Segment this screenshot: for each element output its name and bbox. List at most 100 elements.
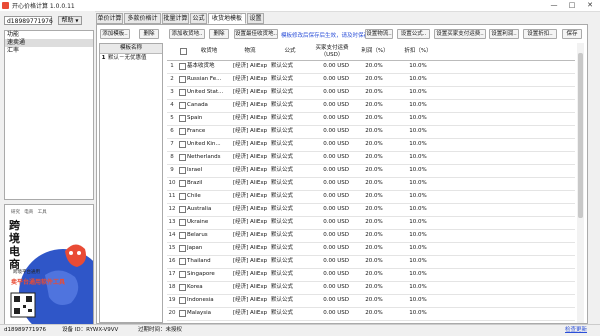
cell-logistics[interactable]: [经济] AliExpr... [233,125,267,138]
cell-formula[interactable]: 默认公式 [271,242,309,255]
cell-profit[interactable]: 20.0% [353,203,395,216]
cell-buyer-fee[interactable]: 0.00 USD [315,294,349,307]
table-row[interactable]: 14 Belarus[经济] AliExpr... 默认公式 0.00 USD 20.0… [167,229,575,243]
row-checkbox[interactable] [179,297,186,304]
col-destination[interactable]: 收货地 [187,43,231,60]
nav-item-functions[interactable]: 功能 [5,31,93,39]
cell-logistics[interactable]: [经济] AliExpr... [233,203,267,216]
table-row[interactable]: 15 Japan[经济] AliExpr... 默认公式 0.00 USD 20.0%1… [167,242,575,256]
cell-formula[interactable]: 默认公式 [271,229,309,242]
table-row[interactable]: 12 Australia[经济] AliExpr... 默认公式 0.00 USD 20… [167,203,575,217]
cell-discount[interactable]: 10.0% [397,242,439,255]
cell-destination[interactable]: United Kin... [187,138,231,151]
cell-destination[interactable]: France [187,125,231,138]
cell-buyer-fee[interactable]: 0.00 USD [315,216,349,229]
save-button[interactable]: 保存 [562,29,582,39]
set-logistics-button[interactable]: 设置物流.. [365,29,393,39]
cell-formula[interactable]: 默认公式 [271,216,309,229]
cell-logistics[interactable]: [经济] AliExpr... [233,294,267,307]
cell-formula[interactable]: 默认公式 [271,60,309,73]
row-checkbox[interactable] [179,219,186,226]
table-row[interactable]: 18 Korea[经济] AliExpr... 默认公式 0.00 USD 20.0%1… [167,281,575,295]
cell-discount[interactable]: 10.0% [397,151,439,164]
cell-formula[interactable]: 默认公式 [271,73,309,86]
scrollbar-thumb[interactable] [578,53,583,218]
cell-discount[interactable]: 10.0% [397,255,439,268]
table-row[interactable]: 13 Ukraine[经济] AliExpr... 默认公式 0.00 USD 20.0… [167,216,575,230]
cell-formula[interactable]: 默认公式 [271,99,309,112]
row-checkbox[interactable] [179,76,186,83]
add-template-button[interactable]: 添加模板.. [100,29,130,39]
cell-destination[interactable]: Brazil [187,177,231,190]
cell-destination[interactable]: Japan [187,242,231,255]
cell-formula[interactable]: 默认公式 [271,164,309,177]
check-update-link[interactable]: 检查更新 [565,325,587,335]
cell-logistics[interactable]: [经济] AliExpr... [233,281,267,294]
cell-profit[interactable]: 20.0% [353,99,395,112]
cell-profit[interactable]: 20.0% [353,164,395,177]
cell-destination[interactable]: Korea [187,281,231,294]
cell-destination[interactable]: Israel [187,164,231,177]
tab-batch[interactable]: 批量计算 [162,13,189,24]
cell-profit[interactable]: 20.0% [353,151,395,164]
row-checkbox[interactable] [179,128,186,135]
table-row[interactable]: 7 United Kin...[经济] AliExpr... 默认公式 0.00 US… [167,138,575,152]
table-row[interactable]: 10 Brazil[经济] AliExpr... 默认公式 0.00 USD 20.0%… [167,177,575,191]
table-row[interactable]: 16 Thailand[经济] AliExpr... 默认公式 0.00 USD 20.… [167,255,575,269]
cell-destination[interactable]: United Stat... [187,86,231,99]
cell-destination[interactable]: Chile [187,190,231,203]
cell-formula[interactable]: 默认公式 [271,268,309,281]
cell-profit[interactable]: 20.0% [353,229,395,242]
cell-buyer-fee[interactable]: 0.00 USD [315,112,349,125]
cell-formula[interactable]: 默认公式 [271,112,309,125]
cell-destination[interactable]: Malaysia [187,307,231,320]
cell-logistics[interactable]: [经济] AliExpr... [233,177,267,190]
cell-destination[interactable]: Australia [187,203,231,216]
delete-destination-button[interactable]: 删除 [209,29,229,39]
col-profit[interactable]: 利润（%） [355,43,395,60]
table-row[interactable]: 1 基本收货地[经济] AliExpr... 默认公式 0.00 USD 20.0%10… [167,60,575,74]
set-formula-button[interactable]: 设置公式.. [397,29,430,39]
cell-logistics[interactable]: [经济] AliExpr... [233,112,267,125]
row-checkbox[interactable] [179,271,186,278]
tab-settings[interactable]: 设置 [247,13,264,24]
cell-destination[interactable]: Russian Fe... [187,73,231,86]
cell-logistics[interactable]: [经济] AliExpr... [233,190,267,203]
cell-formula[interactable]: 默认公式 [271,255,309,268]
cell-profit[interactable]: 20.0% [353,177,395,190]
row-checkbox[interactable] [179,310,186,317]
cell-discount[interactable]: 10.0% [397,125,439,138]
cell-discount[interactable]: 10.0% [397,177,439,190]
cell-buyer-fee[interactable]: 0.00 USD [315,73,349,86]
table-row[interactable]: 11 Chile[经济] AliExpr... 默认公式 0.00 USD 20.0%1… [167,190,575,204]
cell-formula[interactable]: 默认公式 [271,177,309,190]
cell-logistics[interactable]: [经济] AliExpr... [233,255,267,268]
template-list[interactable]: 模板名称 1 默认－无优惠值 [99,43,163,323]
cell-buyer-fee[interactable]: 0.00 USD [315,203,349,216]
cell-logistics[interactable]: [经济] AliExpr... [233,307,267,320]
table-row[interactable]: 19 Indonesia[经济] AliExpr... 默认公式 0.00 USD 20… [167,294,575,308]
cell-profit[interactable]: 20.0% [353,242,395,255]
row-checkbox[interactable] [179,89,186,96]
set-buyer-fee-button[interactable]: 设置买家支付运费.. [434,29,486,39]
nav-item-exchange-rate[interactable]: 汇率 [5,47,93,55]
row-checkbox[interactable] [179,180,186,187]
set-default-destination-button[interactable]: 设置最佳收货地.. [234,29,278,39]
cell-discount[interactable]: 10.0% [397,138,439,151]
row-checkbox[interactable] [179,232,186,239]
cell-profit[interactable]: 20.0% [353,138,395,151]
cell-destination[interactable]: Indonesia [187,294,231,307]
cell-buyer-fee[interactable]: 0.00 USD [315,177,349,190]
cell-buyer-fee[interactable]: 0.00 USD [315,99,349,112]
cell-destination[interactable]: Ukraine [187,216,231,229]
table-row[interactable]: 6 France[经济] AliExpr... 默认公式 0.00 USD 20.0%1… [167,125,575,139]
cell-logistics[interactable]: [经济] AliExpr... [233,86,267,99]
cell-discount[interactable]: 10.0% [397,294,439,307]
cell-discount[interactable]: 10.0% [397,99,439,112]
table-row[interactable]: 9 Israel[经济] AliExpr... 默认公式 0.00 USD 20.0%1… [167,164,575,178]
cell-buyer-fee[interactable]: 0.00 USD [315,190,349,203]
cell-discount[interactable]: 10.0% [397,86,439,99]
cell-destination[interactable]: Spain [187,112,231,125]
cell-formula[interactable]: 默认公式 [271,307,309,320]
table-row[interactable]: 8 Netherlands[经济] AliExpr... 默认公式 0.00 USD 2… [167,151,575,165]
